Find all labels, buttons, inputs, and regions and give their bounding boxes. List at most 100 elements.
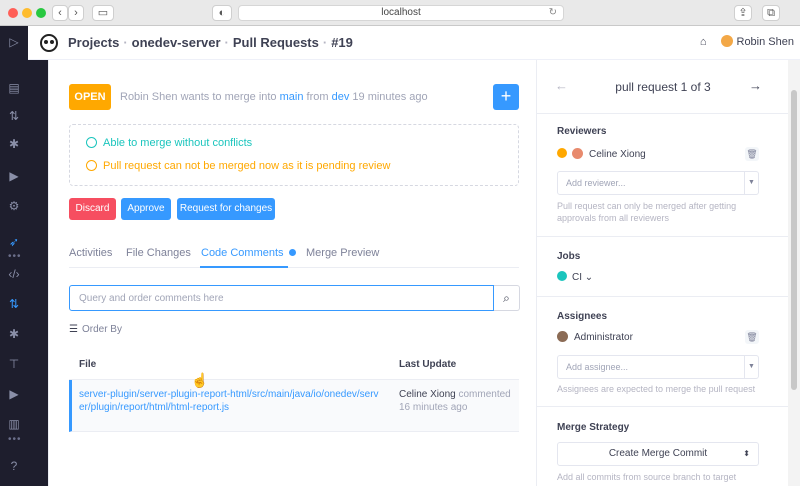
table-row[interactable]: server-plugin/server-plugin-report-html/… <box>69 380 519 432</box>
user-menu[interactable]: ⌂ Robin Shen <box>700 35 794 48</box>
help-icon[interactable]: ? <box>6 458 22 474</box>
search-button[interactable]: ⌕ <box>494 285 520 311</box>
tab-activities[interactable]: Activities <box>69 247 112 259</box>
signpost-icon[interactable]: ⊤ <box>6 356 22 372</box>
tab-code-comments[interactable]: Code Comments <box>201 247 296 259</box>
order-by-button[interactable]: ☰ Order By <box>69 324 122 335</box>
source-branch-link[interactable]: dev <box>332 91 350 103</box>
pull-requests-icon[interactable]: ⇅ <box>6 108 22 124</box>
trash-icon: 🗑 <box>746 149 758 159</box>
remove-assignee-button[interactable]: 🗑 <box>745 330 759 344</box>
forward-button[interactable]: › <box>68 5 84 21</box>
builds-icon[interactable]: ▶ <box>6 168 22 184</box>
remove-reviewer-button[interactable]: 🗑 <box>745 147 759 161</box>
onedev-logo[interactable] <box>40 34 58 52</box>
address-bar[interactable]: localhost ↻ <box>238 5 564 21</box>
sort-updown-icon: ⬍ <box>743 449 750 458</box>
maximize-window-button[interactable] <box>36 8 46 18</box>
unread-dot-icon <box>288 249 296 256</box>
pr-description: Robin Shen wants to merge into main from… <box>120 91 428 103</box>
tab-merge-preview[interactable]: Merge Preview <box>306 247 379 259</box>
pending-clock-icon <box>557 148 567 158</box>
comments-table-header: File Last Update <box>69 348 519 380</box>
merge-status-box: Able to merge without conflicts Pull req… <box>69 124 519 186</box>
projects-icon[interactable]: ▤ <box>6 80 22 96</box>
add-assignee-select[interactable]: Add assignee... ▼ <box>557 355 759 379</box>
merge-ok-status: Able to merge without conflicts <box>86 137 252 149</box>
stats-icon[interactable]: ▥ <box>6 416 22 432</box>
add-reviewer-select[interactable]: Add reviewer... ▼ <box>557 171 759 195</box>
search-icon: ⌕ <box>503 291 510 305</box>
scrollbar-thumb[interactable] <box>791 90 797 390</box>
sidebar-toggle-button[interactable]: ▭ <box>92 5 114 21</box>
breadcrumb-pull-requests[interactable]: Pull Requests <box>233 35 319 50</box>
share-button[interactable]: ⇪ <box>734 5 752 21</box>
privacy-button[interactable]: ◐ <box>212 5 232 21</box>
chevron-down-icon: ⌄ <box>584 272 594 283</box>
job-ci[interactable]: CI ⌄ <box>557 271 593 283</box>
more-dots-icon: ••• <box>8 251 22 262</box>
merge-strategy-title: Merge Strategy <box>557 422 630 433</box>
back-button[interactable]: ‹ <box>52 5 68 21</box>
trash-icon: 🗑 <box>746 332 758 342</box>
column-file: File <box>79 359 97 370</box>
avatar <box>572 148 583 159</box>
pr-time: 19 minutes ago <box>352 91 428 103</box>
rocket-icon[interactable]: ➶ <box>6 234 22 250</box>
left-rail: ▷ ▤ ⇅ ✱ ▶ ⚙ ➶ ••• ‹/› ⇅ ✱ ⊤ ▶ ▥ ••• ? <box>0 26 28 486</box>
chevron-right-icon: › <box>74 7 78 19</box>
approve-button[interactable]: Approve <box>121 198 171 220</box>
chevron-down-icon: ▼ <box>744 356 758 378</box>
comment-file-link[interactable]: server-plugin/server-plugin-report-html/… <box>79 388 379 414</box>
close-window-button[interactable] <box>8 8 18 18</box>
minimize-window-button[interactable] <box>22 8 32 18</box>
share-icon: ⇪ <box>738 7 748 19</box>
breadcrumb-projects[interactable]: Projects <box>68 35 119 50</box>
pr-author[interactable]: Robin Shen <box>120 91 178 103</box>
active-tab-underline <box>200 266 288 268</box>
discard-button[interactable]: Discard <box>69 198 116 220</box>
breadcrumb: Projects · onedev-server · Pull Requests · #19 <box>68 35 353 50</box>
shield-icon: ◐ <box>218 7 226 19</box>
breadcrumb-project[interactable]: onedev-server <box>132 35 221 50</box>
settings-icon[interactable]: ⚙ <box>6 198 22 214</box>
assignee-item: Administrator <box>557 331 633 343</box>
check-circle-icon <box>86 137 97 148</box>
top-header: Projects · onedev-server · Pull Requests · #19… <box>28 26 800 60</box>
success-icon <box>557 271 567 281</box>
sort-icon: ☰ <box>69 324 78 335</box>
sidebar-icon: ▭ <box>97 7 109 19</box>
page-scrollbar[interactable] <box>788 60 800 486</box>
merge-strategy-select[interactable]: Create Merge Commit ⬍ <box>557 442 759 466</box>
comment-query-input[interactable] <box>69 285 494 311</box>
status-badge: OPEN <box>69 84 111 110</box>
reviewer-item: Celine Xiong <box>557 148 646 160</box>
pr-action-text: wants to merge into <box>180 91 277 103</box>
pr-pager: ← pull request 1 of 3 → <box>537 60 789 114</box>
merge-strategy-hint: Add all commits from source branch to ta… <box>557 472 737 482</box>
tab-file-changes[interactable]: File Changes <box>126 247 191 259</box>
expand-sidebar-icon[interactable]: ▷ <box>6 34 22 50</box>
request-changes-button[interactable]: Request for changes <box>177 198 275 220</box>
avatar <box>720 35 733 47</box>
pull-request-active-icon[interactable]: ⇅ <box>6 296 22 312</box>
url-text: localhost <box>381 7 421 18</box>
issues-icon[interactable]: ✱ <box>6 136 22 152</box>
browser-toolbar: ‹ › ▭ ◐ localhost ↻ ⇪ ⧉ <box>0 0 800 26</box>
column-last-update: Last Update <box>399 359 457 370</box>
next-pr-arrow-icon[interactable]: → <box>749 78 762 93</box>
pointer-cursor-icon: ☝ <box>191 372 209 388</box>
add-button[interactable]: + <box>493 84 519 110</box>
bug-icon[interactable]: ✱ <box>6 326 22 342</box>
target-branch-link[interactable]: main <box>280 91 304 103</box>
github-icon[interactable]: ⌂ <box>700 36 707 48</box>
reviewers-title: Reviewers <box>557 126 607 137</box>
chevron-down-icon: ▼ <box>744 172 758 194</box>
tabs-button[interactable]: ⧉ <box>762 5 780 21</box>
pr-tabs: Activities File Changes Code Comments Me… <box>69 244 519 268</box>
last-update: Celine Xiong commented 16 minutes ago <box>399 389 511 413</box>
code-icon[interactable]: ‹/› <box>6 266 22 282</box>
main-panel: OPEN Robin Shen wants to merge into main… <box>48 60 536 486</box>
play-icon[interactable]: ▶ <box>6 386 22 402</box>
reload-icon[interactable]: ↻ <box>549 6 557 20</box>
